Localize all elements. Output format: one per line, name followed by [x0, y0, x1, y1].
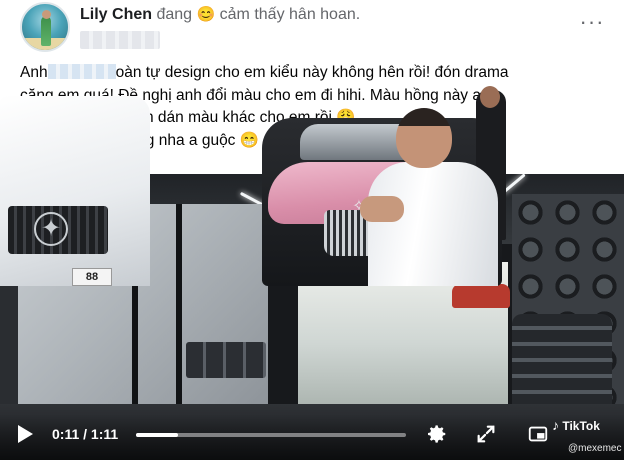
- video-time: 0:11 / 1:11: [52, 426, 119, 442]
- tiktok-handle: @mexemec: [568, 443, 622, 454]
- waiting-chairs: [186, 342, 266, 378]
- post-timestamp-blurred: [80, 31, 160, 49]
- glass-frame: [176, 204, 182, 424]
- fullscreen-icon[interactable]: [474, 423, 498, 445]
- worker-head: [480, 86, 500, 108]
- author-name[interactable]: Lily Chen: [80, 6, 152, 23]
- pip-icon[interactable]: [526, 423, 550, 445]
- mercedes-logo-icon: ✦: [34, 212, 68, 246]
- author-line: Lily Chen đang 😊 cảm thấy hân hoan.: [80, 5, 360, 25]
- more-options-button[interactable]: ···: [578, 11, 606, 36]
- avatar[interactable]: [20, 2, 70, 52]
- grin-emoji: 😁: [239, 131, 260, 149]
- feeling-text: cảm thấy hân hoan.: [219, 6, 361, 23]
- play-icon[interactable]: [18, 425, 33, 443]
- white-suv: [0, 96, 150, 286]
- license-plate: 88: [72, 268, 112, 286]
- blurred-mention: [47, 64, 116, 79]
- feeling-emoji: 😊: [196, 6, 216, 23]
- tiktok-watermark: ♪ TikTok: [552, 418, 600, 433]
- progress-fill: [136, 433, 178, 437]
- post-text-line-1: Anh oàn tự design cho em kiểu này không h…: [20, 62, 610, 85]
- tiktok-logo-icon: ♪: [552, 417, 559, 433]
- red-car: [452, 284, 510, 308]
- man-figure: [360, 108, 498, 286]
- feeling-prefix: đang: [156, 6, 193, 23]
- post-header: Lily Chen đang 😊 cảm thấy hân hoan. ···: [0, 0, 624, 56]
- progress-bar[interactable]: [136, 433, 406, 437]
- text-segment: oàn tự design cho em kiểu này không hên …: [115, 64, 509, 81]
- text-segment: Anh: [20, 64, 48, 81]
- gear-icon[interactable]: [425, 423, 449, 445]
- tiktok-label: TikTok: [562, 419, 600, 433]
